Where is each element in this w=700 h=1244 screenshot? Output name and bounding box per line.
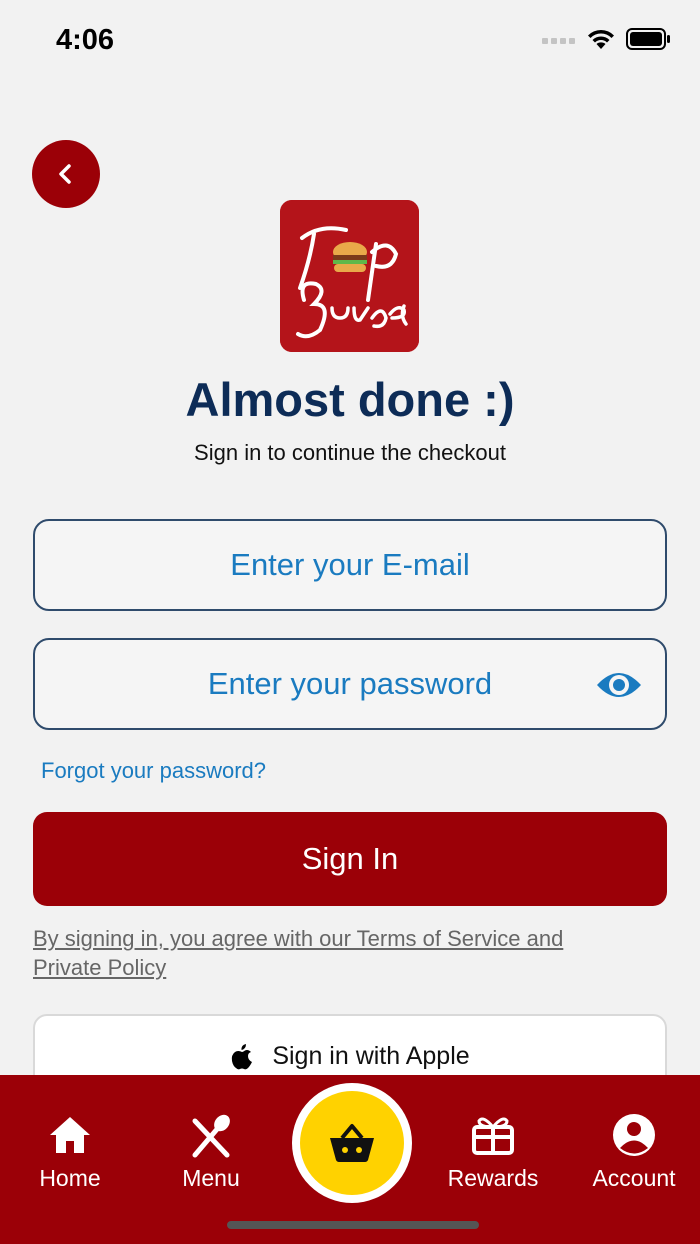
sign-in-button[interactable]: Sign In [33, 812, 667, 906]
battery-icon [626, 28, 670, 50]
nav-label-rewards: Rewards [447, 1165, 539, 1191]
gift-icon [472, 1117, 514, 1155]
home-icon [50, 1117, 90, 1153]
eye-icon[interactable] [595, 667, 643, 703]
wifi-icon [588, 29, 614, 49]
apple-sign-in-label: Sign in with Apple [272, 1042, 470, 1070]
basket-icon [330, 1124, 374, 1162]
page-subtitle: Sign in to continue the checkout [194, 440, 506, 465]
home-indicator [227, 1221, 479, 1229]
back-button[interactable] [32, 140, 100, 208]
cutlery-icon [192, 1114, 230, 1158]
sign-in-label: Sign In [301, 841, 399, 876]
terms-line-1: By signing in, you agree with our Terms … [33, 926, 564, 951]
page-title: Almost done :) [185, 373, 515, 426]
nav-label-account: Account [592, 1165, 676, 1191]
nav-item-home[interactable]: Home [0, 1111, 140, 1192]
nav-item-account[interactable]: Account [564, 1111, 700, 1192]
nav-label-home: Home [39, 1165, 101, 1191]
nav-item-rewards[interactable]: Rewards [423, 1111, 563, 1192]
forgot-password-link[interactable]: Forgot your password? [41, 758, 266, 784]
brand-logo [280, 200, 419, 352]
apple-icon [232, 1044, 253, 1070]
nav-item-menu[interactable]: Menu [141, 1111, 281, 1192]
password-field[interactable]: Enter your password [33, 638, 667, 730]
password-placeholder: Enter your password [207, 666, 493, 701]
email-field[interactable]: Enter your E-mail [33, 519, 667, 611]
cart-button[interactable] [292, 1083, 412, 1203]
email-placeholder: Enter your E-mail [230, 547, 470, 582]
cart-button-inner [300, 1091, 404, 1195]
signal-icon [542, 38, 575, 44]
status-icons [542, 28, 672, 50]
status-time: 4:06 [56, 24, 115, 56]
terms-line-2: Private Policy [33, 955, 167, 980]
status-bar: 4:06 [0, 0, 700, 84]
terms-link[interactable]: By signing in, you agree with our Terms … [33, 924, 653, 982]
nav-label-menu: Menu [182, 1165, 240, 1191]
account-icon [613, 1114, 655, 1156]
chevron-left-icon [59, 164, 71, 184]
